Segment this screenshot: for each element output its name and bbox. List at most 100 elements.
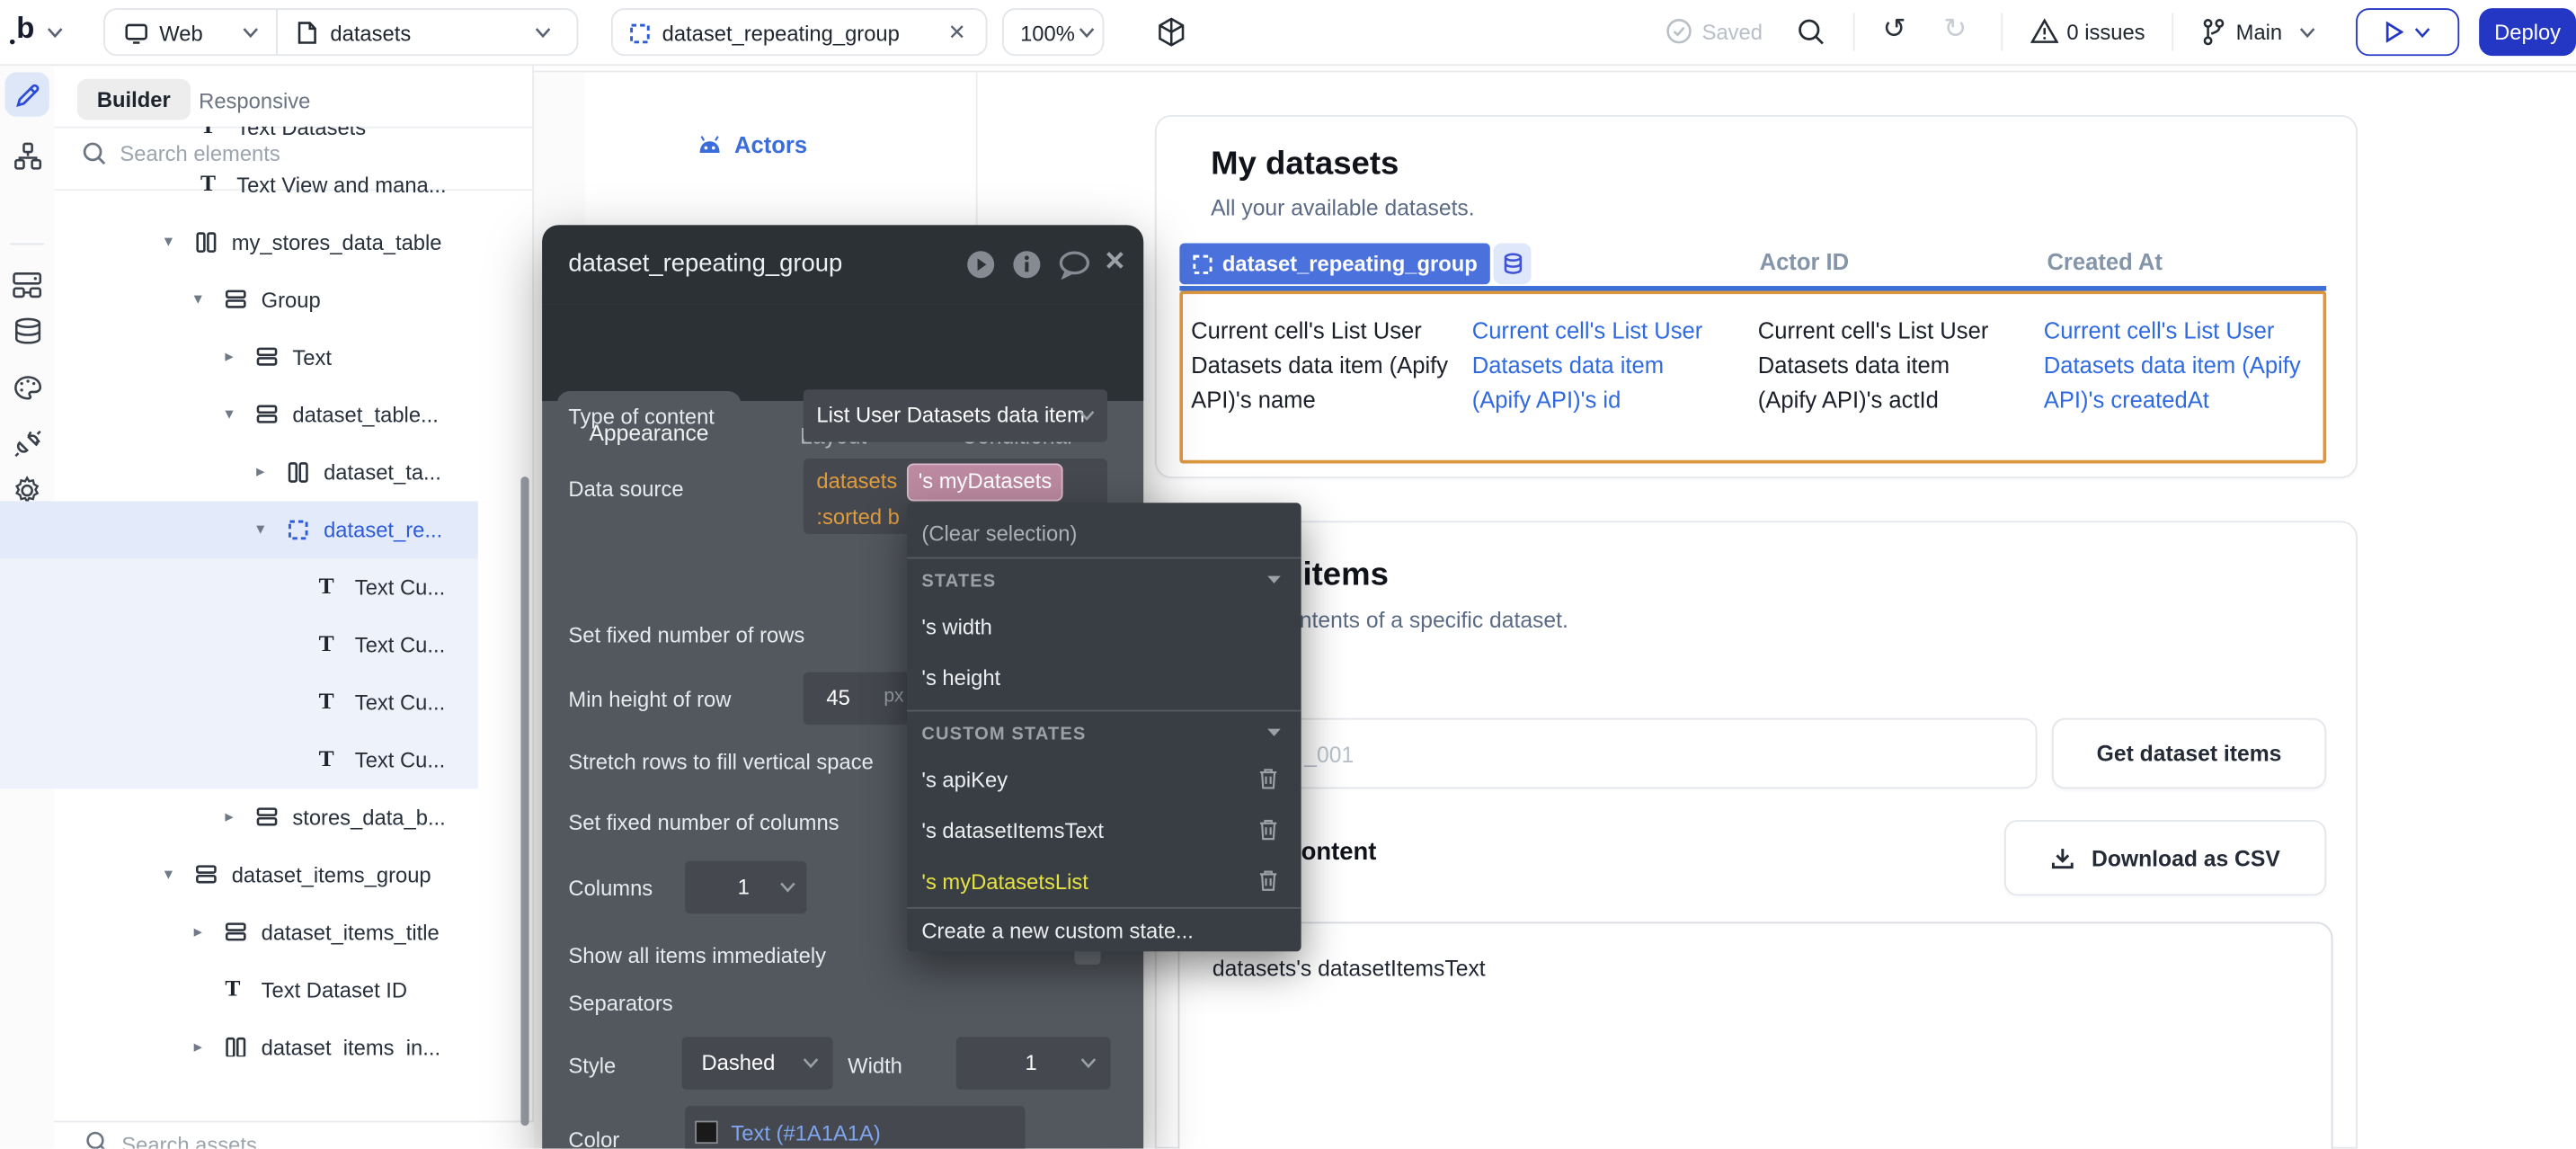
element-tab[interactable]: dataset_repeating_group ✕ (611, 8, 988, 56)
preview-icon[interactable] (966, 250, 996, 280)
state-option-height[interactable]: 's height (921, 665, 1000, 690)
app-sidebar-divider (976, 72, 978, 225)
expression-token-selected[interactable]: 's myDatasets (907, 463, 1063, 501)
text-element-icon: T (200, 127, 216, 156)
color-swatch[interactable] (695, 1121, 718, 1145)
column-header-actor-id: Actor ID (1760, 248, 1850, 274)
database-icon (1503, 253, 1523, 274)
chevron-down-icon[interactable]: ▾ (164, 846, 173, 904)
app-nav-label: Actors (734, 131, 807, 157)
download-csv-button[interactable]: Download as CSV (2004, 820, 2326, 895)
repeating-group-icon (629, 23, 651, 45)
expression-part[interactable]: datasets (816, 468, 897, 493)
chevron-right-icon[interactable]: ▸ (194, 904, 202, 961)
tree-item-dataset-items-title[interactable]: ▸ dataset_items_title (0, 904, 478, 961)
chevron-right-icon[interactable]: ▸ (225, 329, 233, 387)
trash-icon[interactable] (1258, 768, 1278, 791)
comment-icon[interactable] (1058, 250, 1091, 280)
search-assets-placeholder[interactable]: Search assets (121, 1132, 257, 1148)
tree-item-text-view[interactable]: T Text View and mana... (0, 156, 478, 214)
tree-item-my-stores-data-table[interactable]: ▾ my_stores_data_table (0, 214, 478, 272)
chevron-down-icon (2415, 27, 2429, 37)
color-value-link[interactable]: Text (#1A1A1A) (731, 1121, 880, 1145)
chevron-right-icon[interactable]: ▸ (194, 1019, 202, 1056)
tree-item-text-cu-3[interactable]: T Text Cu... (0, 673, 478, 731)
get-dataset-items-button[interactable]: Get dataset items (2052, 718, 2326, 789)
device-selector[interactable]: Web (159, 22, 202, 46)
tree-item-text-cu-1[interactable]: T Text Cu... (0, 558, 478, 616)
dataset-id-input[interactable]: _001 (1183, 718, 2037, 789)
tree-item-dataset-ta[interactable]: ▸ dataset_ta... (0, 444, 478, 502)
state-option-width[interactable]: 's width (921, 615, 992, 639)
chevron-down-icon (244, 28, 258, 38)
type-of-content-select[interactable]: List User Datasets data item (804, 389, 1107, 441)
clear-selection-option[interactable]: (Clear selection) (921, 521, 1077, 545)
search-icon[interactable] (1798, 18, 1825, 46)
trash-icon[interactable] (1258, 869, 1278, 893)
chevron-down-icon[interactable]: ▾ (164, 214, 173, 272)
content-label-fragment: ontent (1301, 838, 1377, 866)
deploy-button[interactable]: Deploy (2479, 8, 2576, 56)
create-custom-state-option[interactable]: Create a new custom state... (921, 919, 1193, 943)
separator-style-select[interactable]: Dashed (682, 1037, 833, 1089)
chevron-right-icon[interactable]: ▸ (225, 788, 233, 846)
rail-item-design[interactable] (0, 69, 54, 120)
chevron-down-icon[interactable]: ▾ (225, 387, 233, 444)
tree-item-group[interactable]: ▾ Group (0, 272, 478, 329)
cell-id[interactable]: Current cell's List User Datasets data i… (1472, 314, 1722, 417)
undo-icon[interactable]: ↺ (1883, 13, 1906, 47)
text-element-icon: T (225, 961, 240, 1019)
expression-part-2[interactable]: :sorted b (816, 504, 899, 529)
cell-name[interactable]: Current cell's List User Datasets data i… (1191, 314, 1463, 417)
close-icon[interactable]: ✕ (948, 20, 966, 46)
state-option-dataset-items-text[interactable]: 's datasetItemsText (921, 818, 1104, 842)
rows-element-icon (225, 289, 246, 309)
separator-color-field[interactable]: Text (#1A1A1A) (685, 1106, 1025, 1149)
columns-label: Columns (568, 876, 653, 900)
text-element-icon: T (319, 673, 334, 731)
tree-item-text-datasets[interactable]: T Text Datasets (0, 127, 478, 156)
tree-scrollbar[interactable] (520, 477, 529, 1126)
tree-item-dataset-items-group[interactable]: ▾ dataset_items_group (0, 846, 478, 904)
preview-button[interactable] (2356, 8, 2459, 56)
bubble-logo[interactable]: b (16, 12, 34, 46)
type-of-content-label: Type of content (568, 405, 715, 429)
repeating-group-icon (288, 520, 309, 541)
chevron-down-icon[interactable]: ▾ (256, 501, 264, 558)
selected-element-badge[interactable]: dataset_repeating_group (1179, 244, 1490, 285)
columns-select[interactable]: 1 (685, 861, 806, 913)
inspector-header[interactable]: dataset_repeating_group ✕ (542, 225, 1143, 304)
chevron-right-icon[interactable]: ▸ (256, 444, 264, 502)
app-nav-item-actors[interactable]: Actors (697, 131, 807, 157)
tab-responsive[interactable]: Responsive (199, 89, 310, 113)
tree-item-text-dataset-id[interactable]: T Text Dataset ID (0, 961, 478, 1019)
trash-icon[interactable] (1258, 818, 1278, 842)
cell-created-at[interactable]: Current cell's List User Datasets data i… (2044, 314, 2326, 417)
state-option-apikey[interactable]: 's apiKey (921, 768, 1008, 792)
tree-item-stores-data-b[interactable]: ▸ stores_data_b... (0, 788, 478, 846)
zoom-control[interactable]: 100% (1002, 8, 1104, 56)
component-cube-icon[interactable] (1157, 16, 1186, 48)
tree-item-text-cu-2[interactable]: T Text Cu... (0, 616, 478, 673)
close-icon[interactable]: ✕ (1104, 245, 1126, 278)
branch-selector[interactable]: Main (2236, 20, 2283, 44)
tab-builder[interactable]: Builder (77, 79, 191, 120)
separator-width-select[interactable]: 1 (956, 1037, 1111, 1089)
issues-count[interactable]: 0 issues (2066, 20, 2145, 44)
tree-item-dataset-items-in[interactable]: ▸ dataset_items_in... (0, 1019, 478, 1056)
data-source-chip[interactable] (1493, 244, 1531, 285)
redo-icon[interactable]: ↻ (1943, 13, 1967, 47)
tree-item-dataset-repeating-group[interactable]: ▾ dataset_re... (0, 501, 478, 558)
tree-item-text[interactable]: ▸ Text (0, 329, 478, 387)
info-icon[interactable] (1012, 250, 1042, 280)
page-selector[interactable]: datasets (330, 22, 411, 46)
repeating-group-row[interactable]: Current cell's List User Datasets data i… (1179, 291, 2326, 464)
branch-icon (2201, 18, 2225, 46)
tree-item-text-cu-4[interactable]: T Text Cu... (0, 731, 478, 788)
state-option-my-datasets-list[interactable]: 's myDatasetsList (921, 869, 1088, 894)
chevron-down-icon[interactable]: ▾ (194, 272, 202, 329)
bubble-logo-dot (10, 40, 14, 44)
tree-item-dataset-table[interactable]: ▾ dataset_table... (0, 387, 478, 444)
cell-act-id[interactable]: Current cell's List User Datasets data i… (1758, 314, 2002, 417)
chevron-down-icon (1079, 411, 1094, 421)
